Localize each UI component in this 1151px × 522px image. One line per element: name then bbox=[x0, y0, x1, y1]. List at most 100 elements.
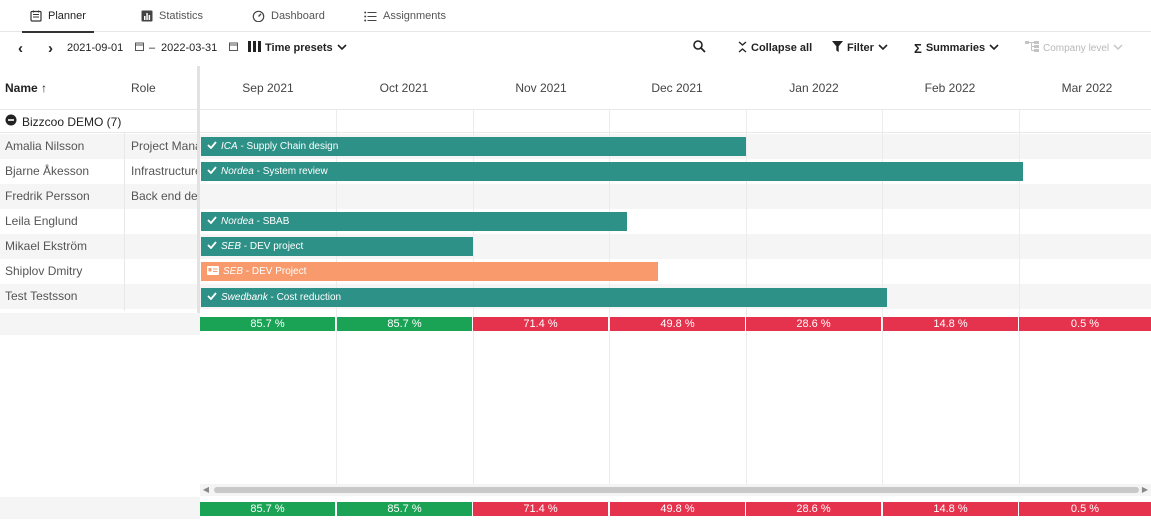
summary-cell: 14.8 % bbox=[883, 502, 1018, 516]
time-presets-label: Time presets bbox=[265, 42, 333, 54]
month-header: Dec 2021 bbox=[651, 81, 703, 95]
summary-label-area bbox=[0, 313, 200, 335]
prev-period-button[interactable]: ‹ bbox=[18, 33, 23, 63]
date-to-value: 2022-03-31 bbox=[161, 42, 218, 54]
date-to-field[interactable]: 2022-03-31 bbox=[161, 33, 239, 63]
date-from-field[interactable]: 2021-09-01 bbox=[67, 33, 145, 63]
chevron-left-icon: ‹ bbox=[18, 39, 23, 57]
summary-row-top: 85.7 % 85.7 % 71.4 % 49.8 % 28.6 % 14.8 … bbox=[200, 317, 1151, 331]
tab-dashboard-label: Dashboard bbox=[271, 10, 325, 22]
month-header: Oct 2021 bbox=[379, 81, 429, 95]
calendar-icon bbox=[135, 42, 145, 54]
summary-cell: 85.7 % bbox=[200, 317, 335, 331]
planner-icon bbox=[30, 10, 42, 22]
collapse-all-button[interactable]: Collapse all bbox=[738, 33, 812, 63]
tab-planner[interactable]: Planner bbox=[22, 0, 94, 33]
filter-icon bbox=[832, 41, 843, 55]
scroll-right-icon[interactable]: ▶ bbox=[1139, 484, 1151, 496]
month-header: Feb 2022 bbox=[924, 81, 976, 95]
toolbar: ‹ › 2021-09-01 – 2022-03-31 Time presets bbox=[0, 33, 1151, 63]
tab-statistics[interactable]: Statistics bbox=[141, 0, 203, 32]
summary-cell: 49.8 % bbox=[610, 317, 745, 331]
check-icon bbox=[207, 166, 217, 177]
summary-cell: 28.6 % bbox=[746, 317, 881, 331]
planner-app: Planner Statistics Dashboard Assignments… bbox=[0, 0, 1151, 522]
check-icon bbox=[207, 292, 217, 303]
person-name[interactable]: Leila Englund bbox=[5, 209, 78, 234]
assignment-bar[interactable]: SEB - DEV project bbox=[201, 237, 473, 256]
group-label: Bizzcoo DEMO (7) bbox=[22, 114, 122, 129]
assignment-bar[interactable]: Nordea - SBAB bbox=[201, 212, 627, 231]
tab-dashboard[interactable]: Dashboard bbox=[252, 0, 325, 32]
assignment-bar[interactable]: ICA - Supply Chain design bbox=[201, 137, 746, 156]
sigma-icon: Σ bbox=[914, 40, 922, 56]
summary-cell: 85.7 % bbox=[337, 502, 472, 516]
scrollbar-thumb[interactable] bbox=[214, 487, 1139, 493]
summaries-button[interactable]: Σ Summaries bbox=[914, 33, 999, 63]
collapse-icon bbox=[738, 41, 747, 56]
pane-splitter[interactable] bbox=[197, 66, 200, 316]
next-period-button[interactable]: › bbox=[48, 33, 53, 63]
company-level-label: Company level bbox=[1043, 42, 1110, 54]
summary-label-area bbox=[0, 497, 200, 519]
bar-project: - System review bbox=[253, 166, 328, 177]
month-header: Jan 2022 bbox=[789, 81, 839, 95]
person-name[interactable]: Fredrik Persson bbox=[5, 184, 90, 209]
group-toggle[interactable]: Bizzcoo DEMO (7) bbox=[5, 110, 121, 133]
summaries-label: Summaries bbox=[925, 42, 986, 54]
name-column-header[interactable]: Name ↑ bbox=[5, 66, 47, 110]
assignment-bar-tentative[interactable]: SEB - DEV Project bbox=[201, 262, 658, 281]
month-header: Mar 2022 bbox=[1061, 81, 1113, 95]
id-card-icon bbox=[207, 265, 219, 278]
calendar-icon bbox=[229, 42, 239, 54]
bar-client: Nordea bbox=[221, 216, 254, 227]
bar-project: - Cost reduction bbox=[267, 292, 342, 303]
horizontal-scrollbar[interactable]: ◀ ▶ bbox=[200, 484, 1151, 496]
company-level-button[interactable]: Company level bbox=[1025, 33, 1123, 63]
bar-client: Swedbank bbox=[221, 292, 268, 303]
person-name[interactable]: Shiplov Dmitry bbox=[5, 259, 82, 284]
person-role: Infrastructure bbox=[131, 164, 197, 178]
chevron-down-icon bbox=[878, 42, 888, 54]
summary-cell: 49.8 % bbox=[610, 502, 745, 516]
dashboard-icon bbox=[252, 10, 265, 22]
grid-header: Name ↑ Role Sep 2021 Oct 2021 Nov 2021 D… bbox=[0, 66, 1151, 110]
summary-cell: 71.4 % bbox=[473, 502, 608, 516]
bar-client: SEB bbox=[223, 266, 244, 277]
chevron-down-icon bbox=[989, 42, 999, 54]
bar-project: - DEV Project bbox=[243, 266, 307, 277]
check-icon bbox=[207, 216, 217, 227]
summary-cell: 85.7 % bbox=[337, 317, 472, 331]
person-name[interactable]: Test Testsson bbox=[5, 284, 77, 309]
bar-project: - Supply Chain design bbox=[237, 141, 339, 152]
assignment-bar[interactable]: Nordea - System review bbox=[201, 162, 1023, 181]
month-header: Sep 2021 bbox=[242, 81, 294, 95]
tab-assignments[interactable]: Assignments bbox=[364, 0, 446, 32]
columns-icon bbox=[248, 41, 261, 55]
scroll-left-icon[interactable]: ◀ bbox=[200, 484, 212, 496]
collapse-circle-icon bbox=[5, 114, 17, 129]
assignments-icon bbox=[364, 11, 377, 22]
filter-button[interactable]: Filter bbox=[832, 33, 888, 63]
summary-cell: 14.8 % bbox=[883, 317, 1018, 331]
tab-statistics-label: Statistics bbox=[159, 10, 204, 22]
collapse-all-label: Collapse all bbox=[751, 42, 813, 54]
bar-client: ICA bbox=[221, 141, 238, 152]
person-role: Project Manager bbox=[131, 139, 197, 153]
search-button[interactable] bbox=[693, 33, 706, 63]
date-from-value: 2021-09-01 bbox=[67, 42, 124, 54]
person-name[interactable]: Bjarne Åkesson bbox=[5, 159, 89, 184]
bar-project: - SBAB bbox=[253, 216, 290, 227]
person-name[interactable]: Mikael Ekström bbox=[5, 234, 87, 259]
role-column-header[interactable]: Role bbox=[131, 66, 156, 110]
chevron-down-icon bbox=[1113, 43, 1123, 54]
summary-cell: 71.4 % bbox=[473, 317, 608, 331]
bar-client: Nordea bbox=[221, 166, 254, 177]
filter-label: Filter bbox=[847, 42, 874, 54]
person-name[interactable]: Amalia Nilsson bbox=[5, 134, 84, 159]
group-row: Bizzcoo DEMO (7) bbox=[0, 110, 1151, 133]
assignment-bar[interactable]: Swedbank - Cost reduction bbox=[201, 288, 887, 307]
time-presets-button[interactable]: Time presets bbox=[248, 33, 347, 63]
month-header: Nov 2021 bbox=[515, 81, 567, 95]
person-role: Back end developer bbox=[131, 189, 197, 203]
